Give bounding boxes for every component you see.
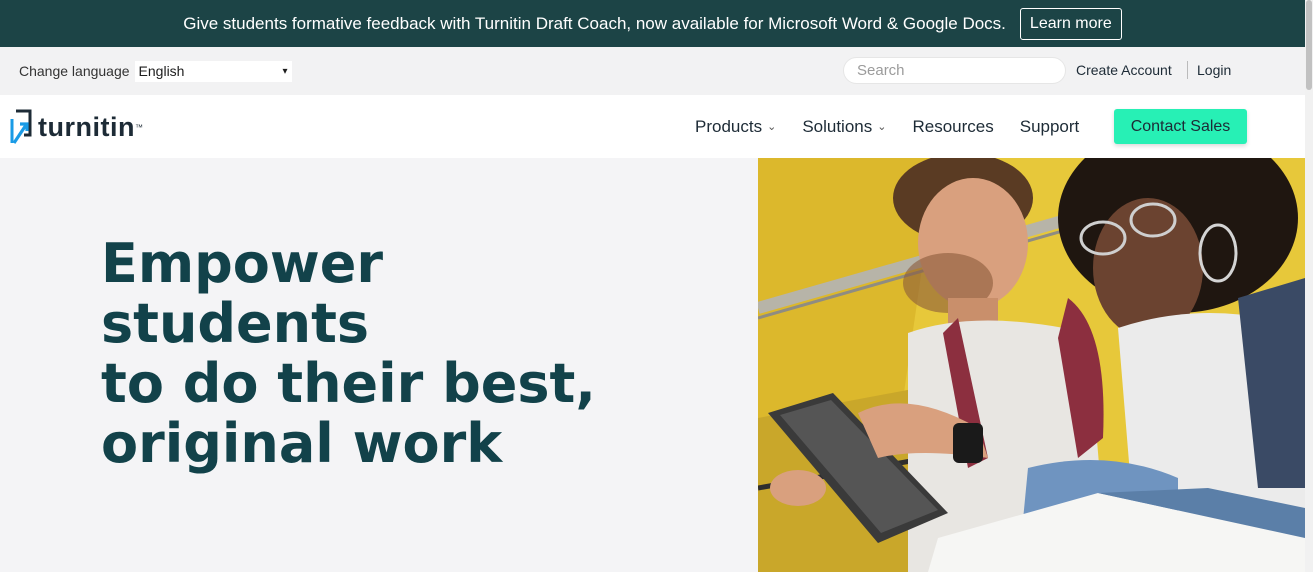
scrollbar-thumb[interactable] [1306,0,1312,90]
announcement-bar: Give students formative feedback with Tu… [0,0,1305,47]
search-placeholder: Search [857,62,905,79]
hero-photo [758,158,1305,572]
chevron-down-icon: ▾ [282,65,288,77]
turnitin-logo[interactable]: turnitin ™ [10,109,143,145]
chevron-down-icon: ⌄ [877,121,887,133]
nav-item-resources[interactable]: Resources [912,117,993,137]
contact-sales-button[interactable]: Contact Sales [1114,109,1247,144]
login-link[interactable]: Login [1197,62,1231,78]
nav-item-label: Support [1019,116,1080,136]
students-photo-illustration [758,158,1305,572]
language-select[interactable]: English ▾ [134,60,292,82]
nav-item-label: Products [695,116,763,136]
language-selected-value: English [138,63,185,79]
create-account-link[interactable]: Create Account [1076,62,1172,78]
trademark: ™ [134,122,143,132]
nav-items: Products ⌄ Solutions ⌄ Resources Support [695,95,1105,158]
chevron-down-icon: ⌄ [767,121,777,133]
main-navbar: turnitin ™ Products ⌄ Solutions ⌄ Resour… [0,95,1305,158]
change-language-label: Change language [19,63,130,79]
search-input[interactable]: Search [843,57,1066,84]
headline-line: to do their best, [101,352,596,415]
announcement-message: Give students formative feedback with Tu… [183,13,1006,33]
brand-name: turnitin [38,111,135,142]
nav-item-label: Resources [912,116,994,136]
utility-bar: Change language English ▾ Search Create … [0,47,1305,95]
turnitin-logo-icon [10,109,32,144]
nav-item-label: Solutions [802,116,873,136]
divider [1187,61,1188,79]
hero-headline: Empower students to do their best, origi… [101,234,661,474]
headline-line: original work [101,412,503,475]
nav-item-support[interactable]: Support [1020,117,1080,137]
nav-item-solutions[interactable]: Solutions ⌄ [802,117,886,137]
nav-item-products[interactable]: Products ⌄ [695,117,776,137]
scrollbar[interactable] [1305,0,1313,572]
hero-section: Empower students to do their best, origi… [0,158,1305,572]
headline-line: Empower students [101,232,384,355]
learn-more-button[interactable]: Learn more [1019,7,1122,40]
